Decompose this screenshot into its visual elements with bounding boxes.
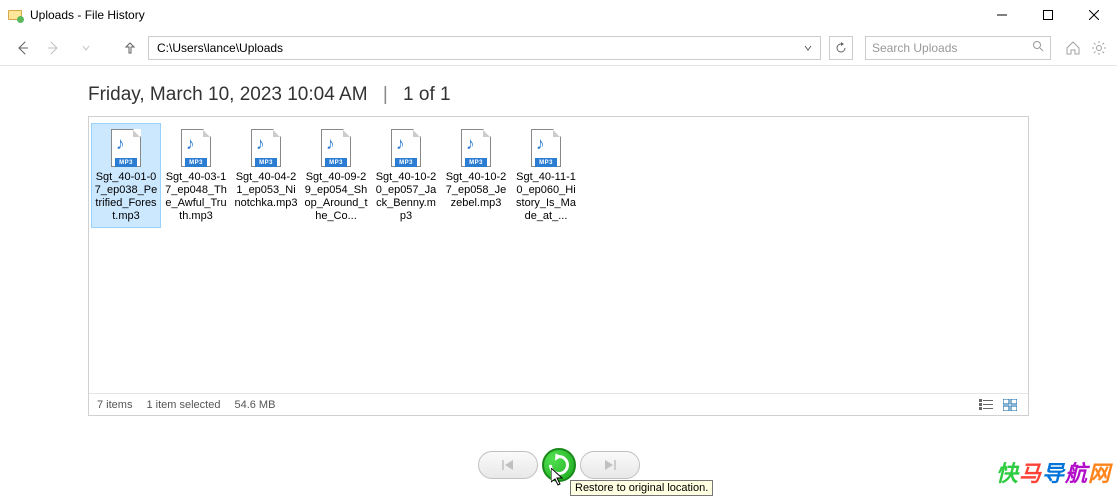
file-item[interactable]: ♪MP3Sgt_40-10-27_ep058_Jezebel.mp3 [441, 123, 511, 228]
up-button[interactable] [116, 34, 144, 62]
recent-locations-dropdown[interactable] [72, 34, 100, 62]
search-icon [1032, 39, 1044, 57]
file-label: Sgt_40-10-20_ep057_Jack_Benny.mp3 [374, 171, 438, 223]
file-item[interactable]: ♪MP3Sgt_40-04-21_ep053_Ninotchka.mp3 [231, 123, 301, 228]
file-label: Sgt_40-01-07_ep038_Petrified_Forest.mp3 [94, 171, 158, 223]
minimize-button[interactable] [979, 0, 1025, 30]
file-item[interactable]: ♪MP3Sgt_40-11-10_ep060_History_Is_Made_a… [511, 123, 581, 228]
header-separator: | [383, 84, 388, 105]
status-item-count: 7 items [97, 399, 132, 411]
navigation-toolbar [0, 30, 1117, 66]
file-type-badge: MP3 [465, 158, 487, 167]
refresh-button[interactable] [829, 36, 853, 60]
status-size: 54.6 MB [234, 399, 275, 411]
gear-icon[interactable] [1089, 38, 1109, 58]
search-input[interactable] [872, 41, 1032, 55]
forward-button[interactable] [40, 34, 68, 62]
address-dropdown-icon[interactable] [800, 44, 816, 52]
window-title: Uploads - File History [30, 8, 145, 22]
window-controls [979, 0, 1117, 30]
file-type-badge: MP3 [185, 158, 207, 167]
audio-file-icon: ♪MP3 [456, 128, 496, 168]
file-item[interactable]: ♪MP3Sgt_40-10-20_ep057_Jack_Benny.mp3 [371, 123, 441, 228]
file-type-badge: MP3 [395, 158, 417, 167]
maximize-button[interactable] [1025, 0, 1071, 30]
watermark: 快马导航网 [996, 456, 1111, 488]
file-label: Sgt_40-10-27_ep058_Jezebel.mp3 [444, 171, 508, 210]
version-page-indicator: 1 of 1 [403, 84, 451, 105]
home-icon[interactable] [1063, 38, 1083, 58]
search-box[interactable] [865, 36, 1051, 60]
file-item[interactable]: ♪MP3Sgt_40-01-07_ep038_Petrified_Forest.… [91, 123, 161, 228]
version-navigation [478, 448, 640, 482]
file-label: Sgt_40-09-29_ep054_Shop_Around_the_Co... [304, 171, 368, 223]
title-bar: Uploads - File History [0, 0, 1117, 30]
file-type-badge: MP3 [325, 158, 347, 167]
file-grid: ♪MP3Sgt_40-01-07_ep038_Petrified_Forest.… [89, 117, 1028, 234]
restore-tooltip: Restore to original location. [570, 480, 713, 496]
previous-version-button[interactable] [478, 451, 538, 479]
next-version-button[interactable] [580, 451, 640, 479]
details-view-icon[interactable] [976, 396, 996, 414]
file-label: Sgt_40-03-17_ep048_The_Awful_Truth.mp3 [164, 171, 228, 223]
version-header: Friday, March 10, 2023 10:04 AM | 1 of 1 [88, 84, 1029, 106]
file-item[interactable]: ♪MP3Sgt_40-09-29_ep054_Shop_Around_the_C… [301, 123, 371, 228]
status-bar: 7 items 1 item selected 54.6 MB [89, 393, 1028, 415]
close-button[interactable] [1071, 0, 1117, 30]
large-icons-view-icon[interactable] [1000, 396, 1020, 414]
back-button[interactable] [8, 34, 36, 62]
file-label: Sgt_40-04-21_ep053_Ninotchka.mp3 [234, 171, 298, 210]
file-item[interactable]: ♪MP3Sgt_40-03-17_ep048_The_Awful_Truth.m… [161, 123, 231, 228]
audio-file-icon: ♪MP3 [316, 128, 356, 168]
app-icon [8, 7, 24, 23]
audio-file-icon: ♪MP3 [526, 128, 566, 168]
file-type-badge: MP3 [255, 158, 277, 167]
content-area: Friday, March 10, 2023 10:04 AM | 1 of 1… [0, 66, 1117, 416]
version-timestamp: Friday, March 10, 2023 10:04 AM [88, 84, 368, 105]
address-input[interactable] [153, 41, 800, 55]
status-selected: 1 item selected [146, 399, 220, 411]
file-type-badge: MP3 [535, 158, 557, 167]
restore-button[interactable] [542, 448, 576, 482]
audio-file-icon: ♪MP3 [246, 128, 286, 168]
audio-file-icon: ♪MP3 [386, 128, 426, 168]
audio-file-icon: ♪MP3 [106, 128, 146, 168]
file-pane[interactable]: ♪MP3Sgt_40-01-07_ep038_Petrified_Forest.… [88, 116, 1029, 416]
address-bar[interactable] [148, 36, 821, 60]
audio-file-icon: ♪MP3 [176, 128, 216, 168]
file-label: Sgt_40-11-10_ep060_History_Is_Made_at_..… [514, 171, 578, 223]
file-type-badge: MP3 [115, 158, 137, 167]
